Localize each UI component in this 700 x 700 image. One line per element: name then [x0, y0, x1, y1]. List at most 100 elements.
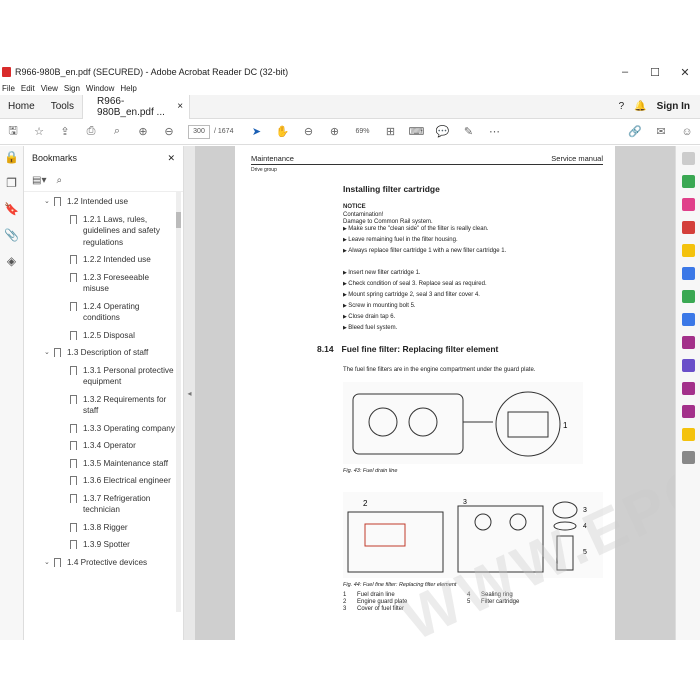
- step: Mount spring cartridge 2, seal 3 and fil…: [343, 290, 603, 301]
- bookmark-label: 1.3.6 Electrical engineer: [83, 476, 171, 485]
- bookmark-item[interactable]: 1.3.6 Electrical engineer: [24, 475, 183, 487]
- minimize-button[interactable]: –: [610, 66, 640, 79]
- send-sign-icon[interactable]: [681, 382, 695, 395]
- zoom-level-dropdown[interactable]: 69%: [355, 128, 369, 135]
- step: Insert new filter cartridge 1.: [343, 268, 603, 279]
- maximize-button[interactable]: ☐: [640, 66, 670, 79]
- comment-icon[interactable]: 💬: [429, 125, 455, 138]
- bookmark-label: 1.2.3 Foreseeable misuse: [83, 272, 149, 294]
- step: Screw in mounting bolt 5.: [343, 301, 603, 312]
- bookmark-item[interactable]: 1.2.4 Operating conditions: [24, 301, 183, 324]
- bookmark-item[interactable]: ⌄ 1.3 Description of staff: [24, 347, 183, 359]
- edit-pdf-icon[interactable]: [681, 221, 695, 234]
- bookmark-item[interactable]: 1.2.1 Laws, rules, guidelines and safety…: [24, 214, 183, 249]
- bookmarks-scrollbar[interactable]: [176, 192, 181, 612]
- export-pdf-icon[interactable]: [681, 175, 695, 188]
- fill-sign-icon[interactable]: [681, 336, 695, 349]
- bookmark-flag-icon: [70, 365, 77, 375]
- create-pdf-icon[interactable]: [681, 198, 695, 211]
- menu-view[interactable]: View: [41, 84, 58, 93]
- tab-document[interactable]: R966-980B_en.pdf ... ×: [82, 94, 191, 119]
- legend-number: 4: [467, 592, 471, 598]
- account-icon[interactable]: ☺: [674, 126, 700, 138]
- search-icon[interactable]: ⌕: [104, 125, 130, 138]
- chevron-down-icon[interactable]: ⌄: [44, 557, 54, 569]
- zoom-search-icon[interactable]: [681, 152, 695, 165]
- star-icon[interactable]: ☆: [26, 125, 52, 138]
- bookmark-icon[interactable]: 🔖: [4, 202, 19, 216]
- legend-label: Fuel drain line: [357, 592, 395, 598]
- combine-files-icon[interactable]: [681, 267, 695, 280]
- upload-icon[interactable]: ⇪: [52, 125, 78, 138]
- install-title: Installing filter cartridge: [343, 184, 440, 194]
- zoom-out-icon[interactable]: ⊖: [295, 125, 321, 138]
- menu-help[interactable]: Help: [120, 84, 136, 93]
- bookmark-item[interactable]: 1.2.2 Intended use: [24, 254, 183, 266]
- help-icon[interactable]: ?: [619, 101, 625, 112]
- select-cursor-icon[interactable]: ➤: [243, 125, 269, 138]
- menu-window[interactable]: Window: [86, 84, 114, 93]
- bookmark-options-icon[interactable]: ▤▾: [32, 175, 46, 186]
- more-tools-icon[interactable]: [681, 451, 695, 464]
- tab-tools[interactable]: Tools: [43, 95, 82, 119]
- document-viewer[interactable]: Maintenance Service manual Drive group I…: [195, 146, 675, 640]
- bookmark-item[interactable]: 1.3.7 Refrigeration technician: [24, 493, 183, 516]
- page-number-input[interactable]: 300: [188, 124, 210, 139]
- bookmark-item[interactable]: 1.3.4 Operator: [24, 440, 183, 452]
- bookmark-item[interactable]: 1.3.5 Maintenance staff: [24, 458, 183, 470]
- bookmark-item[interactable]: 1.3.1 Personal protective equipment: [24, 365, 183, 388]
- page-down-icon[interactable]: ⊖: [156, 125, 182, 138]
- bookmark-label: 1.3.7 Refrigeration technician: [83, 493, 151, 515]
- pages-icon[interactable]: ❐: [6, 176, 17, 190]
- left-nav-bar: 🔒 ❐ 🔖 📎 ◈: [0, 146, 24, 640]
- bookmark-item[interactable]: 1.2.5 Disposal: [24, 330, 183, 342]
- bookmark-item[interactable]: 1.3.9 Spotter: [24, 539, 183, 551]
- bookmark-item[interactable]: 1.3.8 Rigger: [24, 522, 183, 534]
- fit-page-icon[interactable]: ⊞: [377, 125, 403, 138]
- save-icon[interactable]: 🖫: [0, 122, 26, 141]
- organize-pages-icon[interactable]: [681, 290, 695, 303]
- pen-icon[interactable]: ✎: [455, 125, 481, 138]
- bookmark-item[interactable]: 1.3.3 Operating company: [24, 423, 183, 435]
- attachment-icon[interactable]: 📎: [4, 228, 19, 242]
- bookmark-item[interactable]: 1.2.3 Foreseeable misuse: [24, 272, 183, 295]
- protect-icon[interactable]: [681, 359, 695, 372]
- compress-icon[interactable]: [681, 313, 695, 326]
- main-toolbar: 🖫 ☆ ⇪ ⎙ ⌕ ⊕ ⊖ 300 / 1674 ➤ ✋ ⊖ ⊕ 69% ⊞ ⌨…: [0, 119, 700, 145]
- zoom-in-icon[interactable]: ⊕: [321, 125, 347, 138]
- bookmark-item[interactable]: ⌄ 1.2 Intended use: [24, 196, 183, 208]
- chevron-down-icon[interactable]: ⌄: [44, 347, 54, 359]
- tab-close-icon[interactable]: ×: [177, 101, 183, 112]
- menu-bar: File Edit View Sign Window Help: [0, 82, 700, 95]
- bookmark-item[interactable]: ⌄ 1.4 Protective devices: [24, 557, 183, 569]
- lock-icon[interactable]: 🔒: [4, 150, 19, 164]
- layers-icon[interactable]: ◈: [7, 254, 16, 268]
- menu-file[interactable]: File: [2, 84, 15, 93]
- bookmark-search-icon[interactable]: ⌕: [56, 175, 62, 186]
- bookmark-flag-icon: [70, 522, 77, 532]
- legend-number: 5: [467, 599, 471, 605]
- sign-in-button[interactable]: Sign In: [657, 101, 690, 112]
- close-panel-icon[interactable]: ✕: [167, 153, 175, 164]
- prepare-form-icon[interactable]: [681, 428, 695, 441]
- keyboard-icon[interactable]: ⌨: [403, 125, 429, 138]
- bookmark-item[interactable]: 1.3.2 Requirements for staff: [24, 394, 183, 417]
- chevron-down-icon[interactable]: ⌄: [44, 196, 54, 208]
- certificates-icon[interactable]: [681, 405, 695, 418]
- close-window-button[interactable]: ✕: [670, 66, 700, 79]
- menu-sign[interactable]: Sign: [64, 84, 80, 93]
- page-up-icon[interactable]: ⊕: [130, 125, 156, 138]
- print-icon[interactable]: ⎙: [78, 125, 104, 138]
- step: Bleed fuel system.: [343, 323, 603, 334]
- pdf-page: Maintenance Service manual Drive group I…: [235, 146, 615, 640]
- panel-splitter[interactable]: ◂: [184, 146, 195, 640]
- more-icon[interactable]: ⋯: [481, 125, 507, 138]
- mail-icon[interactable]: ✉: [648, 125, 674, 138]
- svg-text:2: 2: [363, 499, 368, 508]
- hand-tool-icon[interactable]: ✋: [269, 125, 295, 138]
- menu-edit[interactable]: Edit: [21, 84, 35, 93]
- comment-tool-icon[interactable]: [681, 244, 695, 257]
- share-link-icon[interactable]: 🔗: [622, 125, 648, 138]
- bell-icon[interactable]: 🔔: [634, 101, 646, 112]
- tab-home[interactable]: Home: [0, 95, 43, 119]
